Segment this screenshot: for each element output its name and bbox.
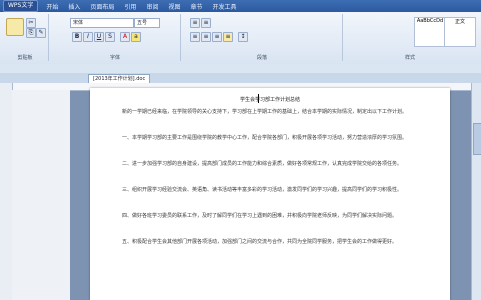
ribbon: ✂ ⎘ ✎ 剪贴板 宋体 五号 B I U S A a 字体 ≡ ≡ ≡ ≡ ≡… (0, 12, 481, 65)
font-color-icon[interactable]: A (120, 32, 130, 42)
clipboard-group: ✂ ⎘ ✎ 剪贴板 (2, 14, 49, 61)
menu-item[interactable]: 审阅 (146, 2, 158, 11)
menu-item[interactable]: 页面布局 (90, 2, 114, 11)
justify-icon[interactable]: ≡ (223, 32, 233, 42)
group-label: 样式 (404, 55, 415, 61)
bullets-icon[interactable]: ≡ (190, 18, 200, 28)
document-page[interactable]: 学生会学习部工作计划总结 新的一学期已经来临，在学院领导的关心支持下，学习部在上… (90, 88, 450, 300)
menu-item[interactable]: 开发工具 (212, 2, 236, 11)
paragraph: 二、进一步加强学习部的自身建设，提高部门成员的工作能力和综合素质，做好各项常规工… (122, 161, 403, 167)
style-box[interactable]: 正文 (444, 17, 476, 47)
paragraph: 五、积极配合学生会其他部门开展各项活动，加强部门之间的交流与合作，共同为全院同学… (122, 239, 398, 245)
format-painter-icon[interactable]: ✎ (36, 28, 46, 38)
paragraph: 三、组织开展学习经验交流会、英语角、读书活动等丰富多彩的学习活动，激发同学们的学… (122, 187, 403, 193)
align-right-icon[interactable]: ≡ (212, 32, 222, 42)
highlight-icon[interactable]: a (131, 32, 141, 42)
underline-icon[interactable]: U (94, 32, 104, 42)
group-label: 段落 (256, 55, 267, 61)
group-label: 字体 (109, 55, 120, 61)
group-label: 剪贴板 (17, 55, 33, 61)
styles-group: AaBbCcDd 正文 样式 (344, 14, 476, 61)
numbering-icon[interactable]: ≡ (201, 18, 211, 28)
scrollbar-thumb[interactable] (473, 123, 481, 155)
paragraph: 一、本学期学习部的主要工作是围绕学院的教学中心工作，配合学院各部门，积极开展各项… (122, 135, 408, 141)
menu-bar: WPS文字 开始 插入 页面布局 引用 审阅 视图 章节 开发工具 (0, 0, 481, 12)
document-tab[interactable]: [2013年工作计划].doc (88, 74, 151, 83)
line-spacing-icon[interactable]: ↕ (238, 32, 248, 42)
font-group: 宋体 五号 B I U S A a 字体 (50, 14, 181, 61)
style-box-label: AaBbCcDd (416, 18, 444, 24)
cut-icon[interactable]: ✂ (26, 18, 36, 28)
menu-item[interactable]: 章节 (190, 2, 202, 11)
paste-icon[interactable] (6, 18, 24, 36)
menu-item[interactable]: 引用 (124, 2, 136, 11)
italic-icon[interactable]: I (83, 32, 93, 42)
copy-icon[interactable]: ⎘ (26, 28, 36, 38)
document-title: 学生会学习部工作计划总结 (239, 97, 300, 103)
style-box[interactable]: AaBbCcDd (414, 17, 446, 47)
left-sidebar (12, 90, 70, 300)
menu-item[interactable]: 插入 (68, 2, 80, 11)
font-size-combo[interactable]: 五号 (134, 18, 160, 28)
align-center-icon[interactable]: ≡ (201, 32, 211, 42)
vertical-scrollbar[interactable] (471, 83, 481, 300)
app-menu-button[interactable]: WPS文字 (3, 0, 39, 12)
bold-icon[interactable]: B (72, 32, 82, 42)
font-name-combo[interactable]: 宋体 (70, 18, 134, 28)
menu-item[interactable]: 视图 (168, 2, 180, 11)
paragraph: 四、做好各班学习委员的联系工作，及时了解同学们在学习上遇到的困难，并积极向学院老… (122, 213, 398, 219)
menu-item[interactable]: 开始 (46, 2, 58, 11)
paragraph-group: ≡ ≡ ≡ ≡ ≡ ≡ ↕ 段落 (182, 14, 343, 61)
paragraph: 新的一学期已经来临，在学院领导的关心支持下，学习部在上学期工作的基础上，结合本学… (122, 109, 408, 115)
style-box-label: 正文 (454, 19, 465, 25)
align-left-icon[interactable]: ≡ (190, 32, 200, 42)
menu-tabs: 开始 插入 页面布局 引用 审阅 视图 章节 开发工具 (46, 2, 236, 11)
strikethrough-icon[interactable]: S (105, 32, 115, 42)
